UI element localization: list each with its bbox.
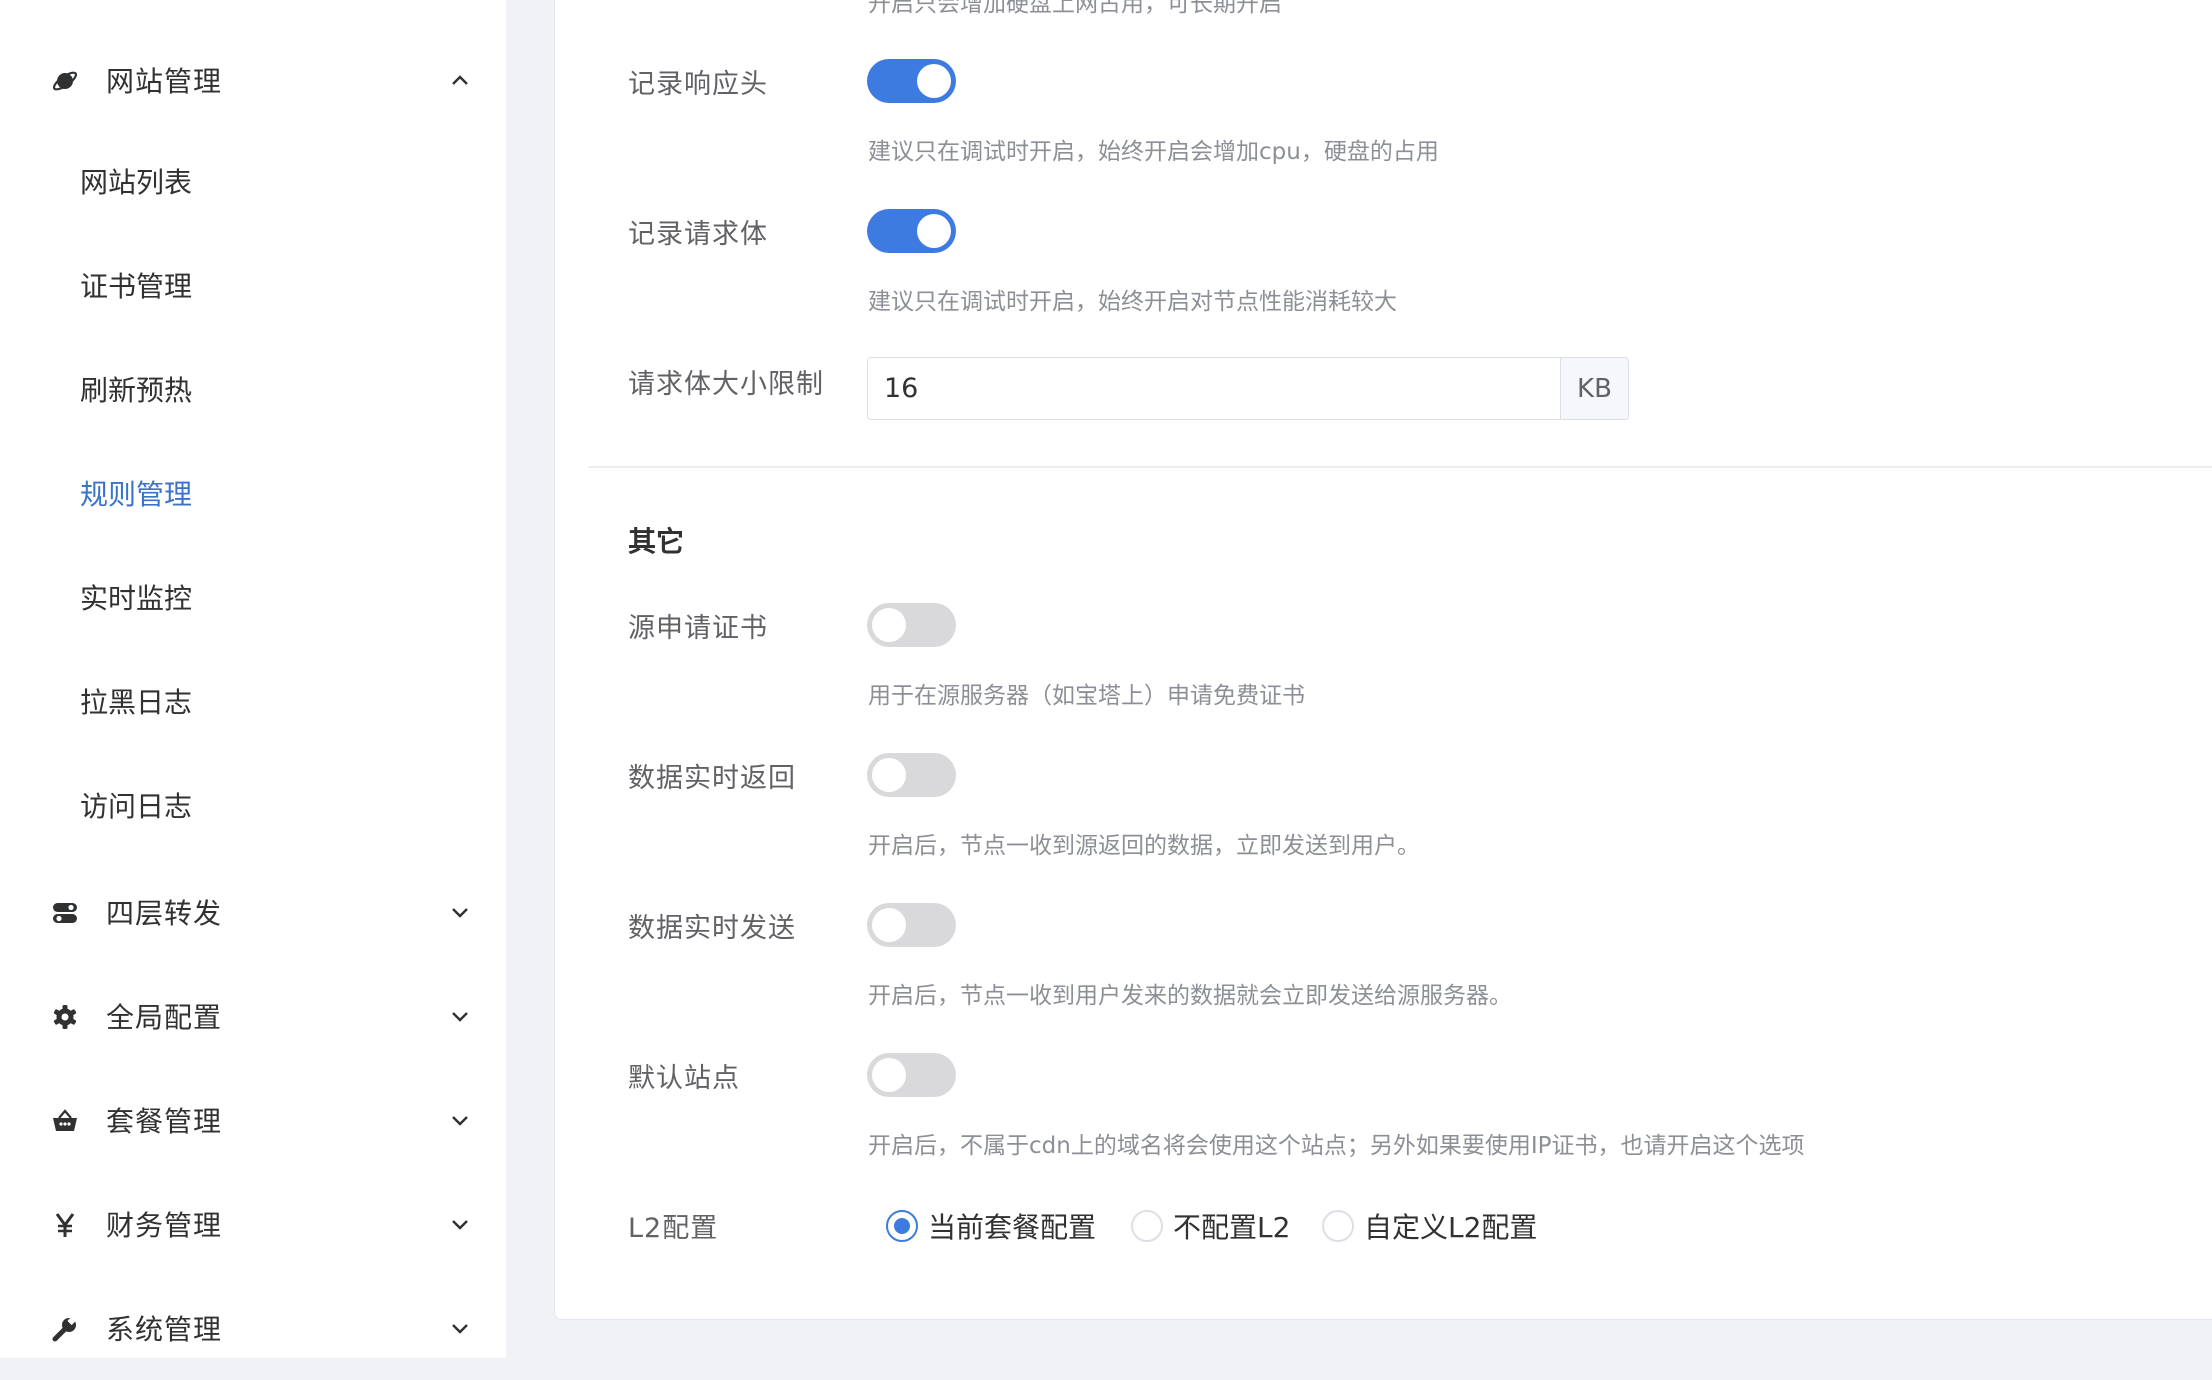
realtime-send-switch[interactable] (867, 903, 956, 947)
sidebar-item-realtime-monitor[interactable]: 实时监控 (0, 547, 506, 651)
sidebar-item-refresh-preheat[interactable]: 刷新预热 (0, 339, 506, 443)
origin-cert-switch[interactable] (867, 603, 956, 647)
log-response-header-hint: 建议只在调试时开启，始终开启会增加cpu，硬盘的占用 (868, 139, 1439, 165)
log-request-body-hint: 建议只在调试时开启，始终开启对节点性能消耗较大 (868, 289, 1397, 315)
realtime-send-hint: 开启后，节点一收到用户发来的数据就会立即发送给源服务器。 (868, 983, 1512, 1009)
chevron-down-icon (452, 1324, 468, 1334)
l2-radio-custom[interactable]: 自定义L2配置 (1322, 1206, 1537, 1246)
log-request-body-label: 记录请求体 (628, 219, 768, 250)
sidebar-item-label: 访问日志 (80, 790, 193, 823)
menu-group-label: 系统管理 (106, 1313, 223, 1346)
menu-group-l4-forward[interactable]: 四层转发 (0, 860, 506, 964)
request-body-limit-input[interactable] (868, 358, 1560, 419)
radio-label: 不配置L2 (1173, 1211, 1291, 1244)
switch-knob (917, 64, 951, 98)
section-divider (588, 466, 2212, 468)
section-title-other: 其它 (628, 525, 685, 558)
sidebar-item-blacklist-log[interactable]: 拉黑日志 (0, 651, 506, 755)
sidebar-item-label: 拉黑日志 (80, 686, 193, 719)
wrench-icon (50, 1314, 80, 1344)
menu-group-label: 网站管理 (106, 65, 223, 98)
chevron-down-icon (452, 908, 468, 918)
menu-group-finance[interactable]: 财务管理 (0, 1172, 506, 1276)
menu-group-system[interactable]: 系统管理 (0, 1276, 506, 1380)
l2-radio-none[interactable]: 不配置L2 (1131, 1206, 1290, 1246)
radio-dot (1322, 1210, 1354, 1242)
realtime-return-hint: 开启后，节点一收到源返回的数据，立即发送到用户。 (868, 833, 1420, 859)
menu-group-global-config[interactable]: 全局配置 (0, 964, 506, 1068)
sidebar-item-cert-management[interactable]: 证书管理 (0, 235, 506, 339)
basket-icon (50, 1106, 80, 1136)
request-body-limit-label: 请求体大小限制 (628, 369, 824, 400)
request-body-limit-field: KB (867, 357, 1629, 420)
unit-addon: KB (1560, 358, 1628, 419)
realtime-return-switch[interactable] (867, 753, 956, 797)
chevron-down-icon (452, 1220, 468, 1230)
planet-icon (50, 66, 80, 96)
radio-dot (1131, 1210, 1163, 1242)
menu-group-label: 全局配置 (106, 1001, 223, 1034)
radio-dot (886, 1210, 918, 1242)
switch-knob (872, 908, 906, 942)
log-response-header-label: 记录响应头 (628, 69, 768, 100)
radio-label: 当前套餐配置 (928, 1211, 1097, 1244)
l2-radio-current-package[interactable]: 当前套餐配置 (886, 1206, 1096, 1246)
toggle-icon (50, 898, 80, 928)
sidebar-item-label: 网站列表 (80, 166, 193, 199)
switch-knob (872, 1058, 906, 1092)
sidebar-item-label: 刷新预热 (80, 374, 193, 407)
switch-knob (872, 608, 906, 642)
settings-card (554, 0, 2212, 1320)
realtime-send-label: 数据实时发送 (628, 913, 796, 944)
chevron-down-icon (452, 1012, 468, 1022)
chevron-down-icon (452, 1116, 468, 1126)
log-request-body-switch[interactable] (867, 209, 956, 253)
default-site-label: 默认站点 (628, 1063, 740, 1094)
chevron-up-icon (452, 75, 468, 85)
sidebar-item-label: 规则管理 (80, 478, 193, 511)
switch-knob (872, 758, 906, 792)
default-site-switch[interactable] (867, 1053, 956, 1097)
sidebar-item-label: 实时监控 (80, 582, 193, 615)
origin-cert-hint: 用于在源服务器（如宝塔上）申请免费证书 (868, 683, 1305, 709)
sidebar-item-rule-management[interactable]: 规则管理 (0, 443, 506, 547)
realtime-return-label: 数据实时返回 (628, 763, 796, 794)
cut-off-hint: 开启只会增加硬盘上网占用，可长期开启 (868, 0, 1282, 17)
menu-group-label: 四层转发 (106, 897, 223, 930)
sidebar-item-website-list[interactable]: 网站列表 (0, 131, 506, 235)
sidebar-item-label: 证书管理 (80, 270, 193, 303)
menu-group-package[interactable]: 套餐管理 (0, 1068, 506, 1172)
l2-config-label: L2配置 (628, 1213, 719, 1244)
yen-icon (50, 1210, 80, 1240)
origin-cert-label: 源申请证书 (628, 613, 768, 644)
radio-label: 自定义L2配置 (1364, 1211, 1538, 1244)
log-response-header-switch[interactable] (867, 59, 956, 103)
switch-knob (917, 214, 951, 248)
sidebar: 网站管理 网站列表 证书管理 刷新预热 规则管理 实时监控 拉黑日志 访问日志 … (0, 0, 506, 1358)
default-site-hint: 开启后，不属于cdn上的域名将会使用这个站点；另外如果要使用IP证书，也请开启这… (868, 1133, 1805, 1159)
menu-group-label: 财务管理 (106, 1209, 223, 1242)
menu-group-website[interactable]: 网站管理 (0, 28, 506, 132)
sidebar-item-access-log[interactable]: 访问日志 (0, 755, 506, 859)
menu-group-label: 套餐管理 (106, 1105, 223, 1138)
gear-icon (50, 1002, 80, 1032)
